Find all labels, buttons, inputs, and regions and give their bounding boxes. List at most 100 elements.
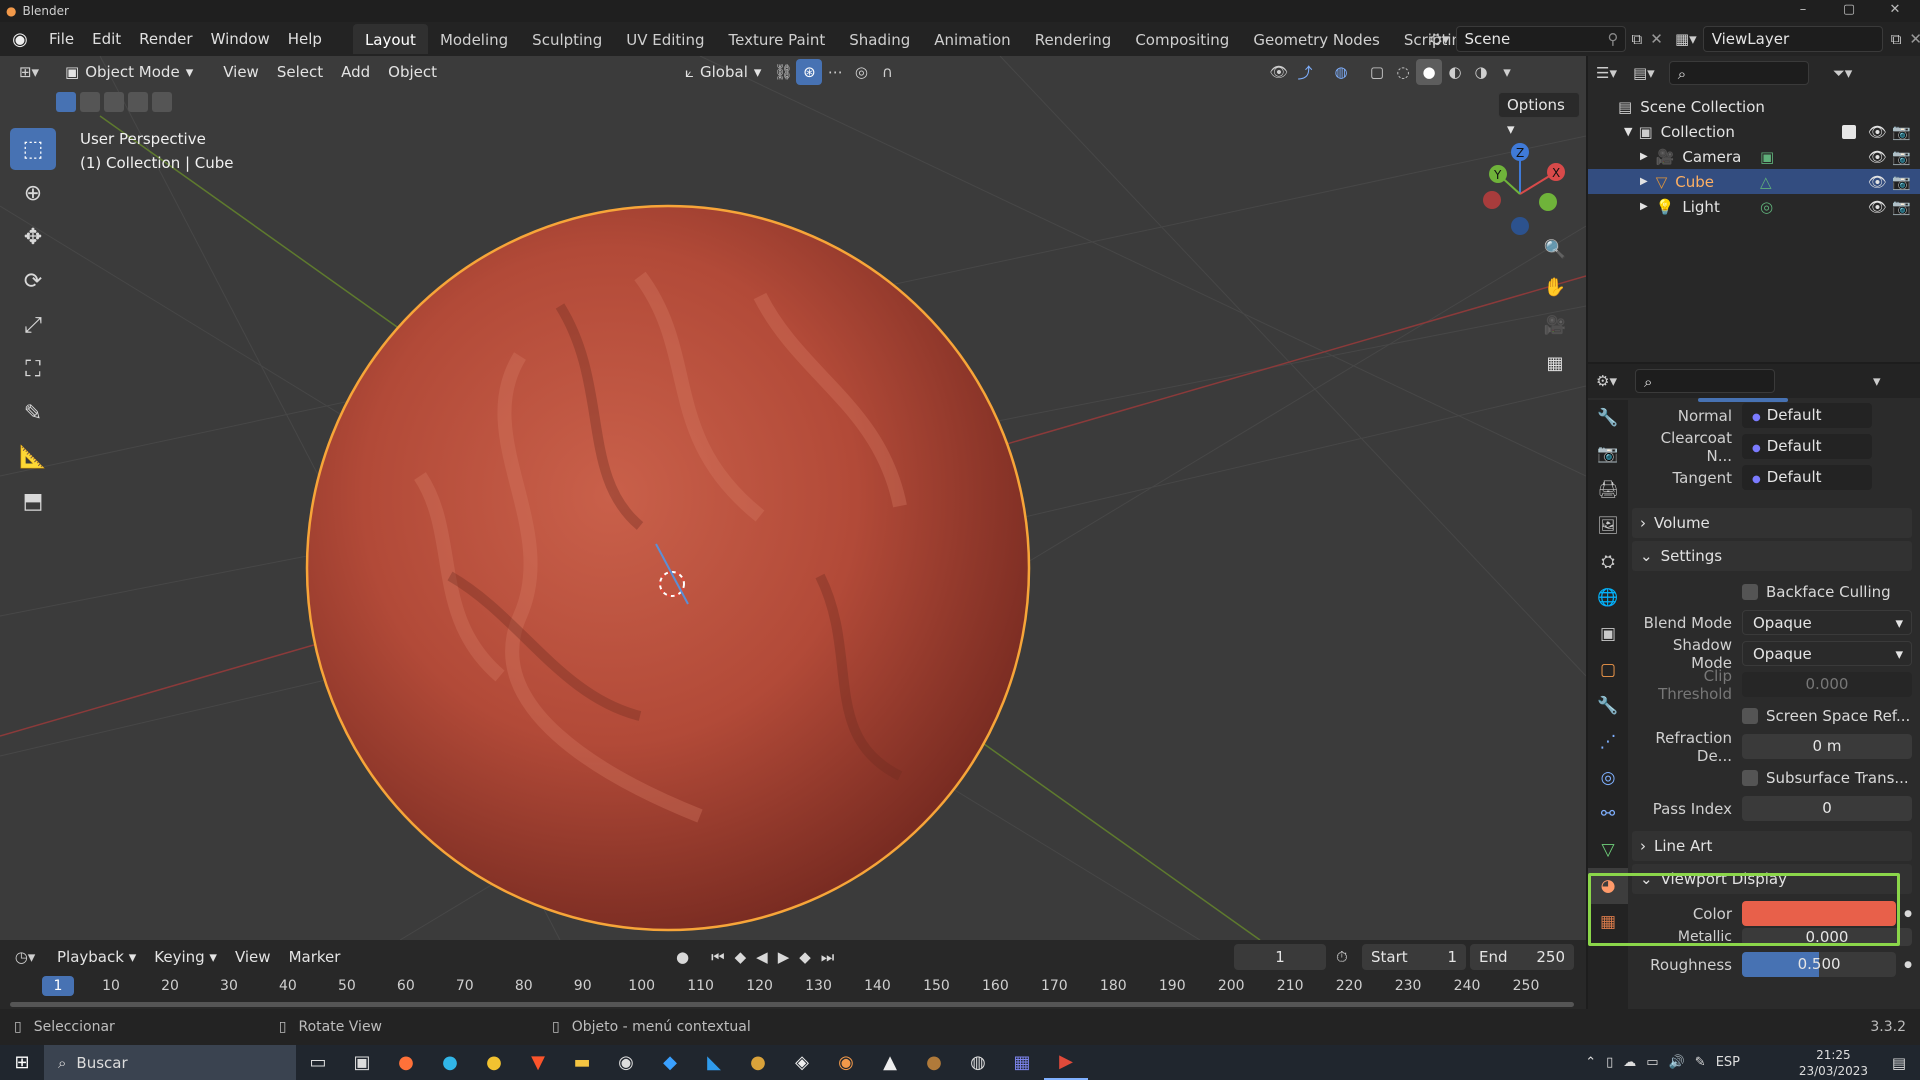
filter-icon[interactable]: ⏷▾ xyxy=(1833,64,1853,82)
zoom-icon[interactable]: 🔍 xyxy=(1538,232,1572,266)
brave-icon[interactable]: ▼ xyxy=(516,1045,560,1080)
select-box-tool-icon[interactable]: ⬚ xyxy=(10,128,56,170)
viewport-canvas[interactable] xyxy=(0,56,1586,940)
subsurface-translucency-checkbox[interactable]: Subsurface Trans... xyxy=(1742,769,1909,787)
camera-view-icon[interactable]: 🎥 xyxy=(1538,308,1572,342)
tab-sculpting[interactable]: Sculpting xyxy=(520,24,614,54)
pin-icon[interactable]: ⚲ xyxy=(1608,27,1619,51)
viewport-menu-add[interactable]: Add xyxy=(332,59,379,85)
shadow-mode-dropdown[interactable]: Opaque ▾ xyxy=(1742,641,1912,666)
object-data-icon[interactable]: ◎ xyxy=(1760,198,1773,216)
eye-icon[interactable]: 👁 xyxy=(1868,123,1887,141)
pen-icon[interactable]: ✎ xyxy=(1695,1055,1706,1070)
tray-device-icon[interactable]: ▯ xyxy=(1606,1055,1613,1070)
menu-file[interactable]: File xyxy=(40,24,83,54)
minimize-button[interactable]: – xyxy=(1780,0,1826,22)
jump-start-icon[interactable]: ⏮ xyxy=(711,948,725,966)
scene-tab-icon[interactable]: ⛭ xyxy=(1588,544,1628,580)
task-view-icon[interactable]: ▭ xyxy=(296,1045,340,1080)
clock[interactable]: 21:25 23/03/2023 xyxy=(1799,1047,1868,1079)
gizmo-icon[interactable]: ⤴ xyxy=(1292,59,1318,85)
start-frame-field[interactable]: Start 1 xyxy=(1362,944,1466,970)
prev-keyframe-icon[interactable]: ◆ xyxy=(735,948,747,966)
scene-icon[interactable]: ⛭▾ xyxy=(1430,30,1450,48)
properties-options-icon[interactable]: ▾ xyxy=(1873,372,1881,390)
tab-modeling[interactable]: Modeling xyxy=(428,24,520,54)
menu-edit[interactable]: Edit xyxy=(83,24,130,54)
expand-arrow-icon[interactable]: ▶ xyxy=(1640,176,1648,187)
terminal-icon[interactable]: ▣ xyxy=(340,1045,384,1080)
delete-view-layer-icon[interactable]: ✕ xyxy=(1909,30,1920,48)
active-app-icon[interactable]: ▶ xyxy=(1044,1045,1088,1080)
measure-tool-icon[interactable]: 📐 xyxy=(10,436,56,478)
close-window-button[interactable]: ✕ xyxy=(1872,0,1918,22)
cursor-tool-icon[interactable]: ⊕ xyxy=(10,172,56,214)
tray-chevron-icon[interactable]: ⌃ xyxy=(1585,1055,1596,1070)
new-view-layer-icon[interactable]: ⧉ xyxy=(1891,30,1902,48)
particles-tab-icon[interactable]: ⋰ xyxy=(1588,724,1628,760)
outliner-item-cube[interactable]: ▶ ▽ Cube △ 👁 📷 xyxy=(1588,169,1920,194)
edge-icon[interactable]: ● xyxy=(428,1045,472,1080)
mode-dropdown[interactable]: ▣ Object Mode ▾ xyxy=(56,59,202,85)
chrome-dev-icon[interactable]: ● xyxy=(736,1045,780,1080)
falloff-icon[interactable]: ∩ xyxy=(874,59,900,85)
line-art-panel-header[interactable]: › Line Art xyxy=(1632,831,1912,861)
render-tab-icon[interactable]: 📷 xyxy=(1588,436,1628,472)
pass-index-field[interactable]: 0 xyxy=(1742,796,1912,821)
object-data-icon[interactable]: ▣ xyxy=(1760,148,1774,166)
expand-arrow-icon[interactable]: ▼ xyxy=(1624,125,1632,138)
annotate-tool-icon[interactable]: ✎ xyxy=(10,392,56,434)
modifier-tab-icon[interactable]: 🔧 xyxy=(1588,688,1628,724)
outliner-item-camera[interactable]: ▶ 🎥 Camera ▣ 👁 📷 xyxy=(1588,144,1920,169)
tab-geometry-nodes[interactable]: Geometry Nodes xyxy=(1241,24,1392,54)
steam-icon[interactable]: ◍ xyxy=(956,1045,1000,1080)
data-tab-icon[interactable]: ▽ xyxy=(1588,832,1628,868)
wireframe-shading-icon[interactable]: ◌ xyxy=(1390,59,1416,85)
timeline-menu-playback[interactable]: Playback ▾ xyxy=(48,944,145,970)
tool-tab-icon[interactable]: 🔧 xyxy=(1588,400,1628,436)
play-icon[interactable]: ▶ xyxy=(778,948,790,966)
editor-type-icon[interactable]: ⊞▾ xyxy=(16,59,42,85)
pan-hand-icon[interactable]: ✋ xyxy=(1538,270,1572,304)
language-label[interactable]: ESP xyxy=(1716,1055,1740,1070)
play-reverse-icon[interactable]: ◀ xyxy=(756,948,768,966)
tab-rendering[interactable]: Rendering xyxy=(1023,24,1124,54)
3d-viewport[interactable]: ⊞▾ ▣ Object Mode ▾ View Select Add Object ⟀ … xyxy=(0,56,1586,940)
inkscape-icon[interactable]: ▲ xyxy=(868,1045,912,1080)
display-mode-icon[interactable]: ▤▾ xyxy=(1633,64,1655,82)
windows-start-icon[interactable]: ⊞ xyxy=(0,1045,44,1080)
backface-culling-checkbox[interactable]: Backface Culling xyxy=(1742,583,1891,601)
tab-layout[interactable]: Layout xyxy=(352,24,428,54)
jump-end-icon[interactable]: ⏭ xyxy=(821,948,835,966)
property-value-field[interactable]: ● Default xyxy=(1742,434,1872,459)
file-explorer-icon[interactable]: ▬ xyxy=(560,1045,604,1080)
settings-panel-header[interactable]: ⌄ Settings xyxy=(1632,541,1912,571)
xray-icon[interactable]: ▢ xyxy=(1364,59,1390,85)
delete-scene-icon[interactable]: ✕ xyxy=(1650,30,1663,48)
menu-window[interactable]: Window xyxy=(202,24,279,54)
screen-space-refraction-checkbox[interactable]: Screen Space Ref... xyxy=(1742,707,1910,725)
outliner-editor-icon[interactable]: ☰▾ xyxy=(1596,64,1617,82)
menu-render[interactable]: Render xyxy=(130,24,201,54)
shading-options-icon[interactable]: ▾ xyxy=(1494,59,1520,85)
eye-icon[interactable]: 👁 xyxy=(1868,148,1887,166)
viewport-menu-select[interactable]: Select xyxy=(268,59,332,85)
record-icon[interactable]: ● xyxy=(676,948,689,966)
blend-mode-dropdown[interactable]: Opaque ▾ xyxy=(1742,610,1912,635)
tab-uv-editing[interactable]: UV Editing xyxy=(614,24,716,54)
rotate-tool-icon[interactable]: ⟳ xyxy=(10,260,56,302)
object-tab-icon[interactable]: ▢ xyxy=(1588,652,1628,688)
options-dropdown[interactable]: Options ▾ xyxy=(1498,92,1580,138)
material-shading-icon[interactable]: ◐ xyxy=(1442,59,1468,85)
view-layer-tab-icon[interactable]: 🖼 xyxy=(1588,508,1628,544)
scale-tool-icon[interactable]: ⤢ xyxy=(10,304,56,346)
scene-collection-row[interactable]: ▤ Scene Collection xyxy=(1588,94,1920,119)
firefox-icon[interactable]: ● xyxy=(384,1045,428,1080)
refraction-depth-field[interactable]: 0 m xyxy=(1742,734,1912,759)
snap-target-icon[interactable]: ⋯ xyxy=(822,59,848,85)
snap-icon[interactable]: ⊛ xyxy=(796,59,823,85)
render-camera-icon[interactable]: 📷 xyxy=(1892,198,1911,216)
transform-tool-icon[interactable]: ⛶ xyxy=(10,348,56,390)
timeline-editor-icon[interactable]: ◷▾ xyxy=(12,944,38,970)
outliner-item-light[interactable]: ▶ 💡 Light ◎ 👁 📷 xyxy=(1588,194,1920,219)
